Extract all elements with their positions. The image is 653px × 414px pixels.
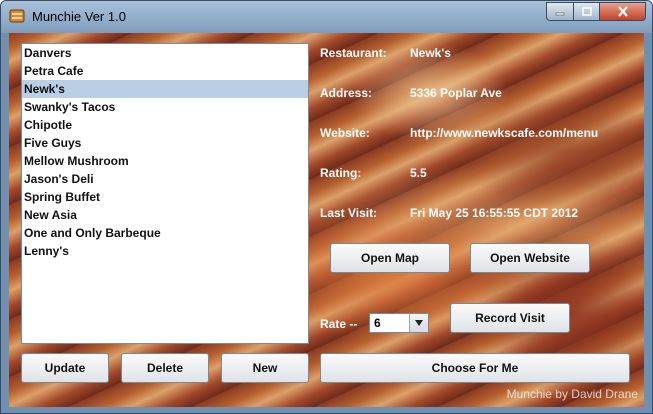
restaurant-value: Newk's <box>410 46 451 60</box>
munchie-app-icon <box>9 9 25 23</box>
delete-button[interactable]: Delete <box>121 353 209 383</box>
open-map-button[interactable]: Open Map <box>330 243 450 273</box>
list-item[interactable]: Petra Cafe <box>22 62 308 80</box>
maximize-button[interactable] <box>574 2 600 21</box>
restaurant-list[interactable]: Danvers Petra Cafe Newk's Swanky's Tacos… <box>21 43 309 344</box>
list-item[interactable]: Mellow Mushroom <box>22 152 308 170</box>
close-button[interactable] <box>600 2 646 21</box>
open-website-button[interactable]: Open Website <box>470 243 590 273</box>
list-item[interactable]: Spring Buffet <box>22 188 308 206</box>
new-button[interactable]: New <box>221 353 309 383</box>
credit-text: Munchie by David Drane <box>506 387 638 401</box>
rate-value: 6 <box>374 316 381 330</box>
list-item-selected[interactable]: Newk's <box>22 80 308 98</box>
list-item[interactable]: Lenny's <box>22 242 308 260</box>
list-item[interactable]: One and Only Barbeque <box>22 224 308 242</box>
chevron-down-icon <box>415 320 423 326</box>
list-item[interactable]: Jason's Deli <box>22 170 308 188</box>
last-visit-value: Fri May 25 16:55:55 CDT 2012 <box>410 206 579 220</box>
website-value: http://www.newkscafe.com/menu <box>410 126 599 140</box>
title-bar[interactable]: Munchie Ver 1.0 <box>1 1 652 33</box>
window-title: Munchie Ver 1.0 <box>32 9 126 24</box>
main-panel: Danvers Petra Cafe Newk's Swanky's Tacos… <box>9 33 644 407</box>
list-item[interactable]: Chipotle <box>22 116 308 134</box>
window-controls <box>546 2 646 21</box>
record-visit-button[interactable]: Record Visit <box>450 303 570 333</box>
list-item[interactable]: Five Guys <box>22 134 308 152</box>
list-item[interactable]: New Asia <box>22 206 308 224</box>
rating-label: Rating: <box>320 166 362 180</box>
rating-value: 5.5 <box>410 166 427 180</box>
minimize-icon <box>555 12 565 15</box>
list-item[interactable]: Swanky's Tacos <box>22 98 308 116</box>
close-icon <box>617 6 628 17</box>
address-value: 5336 Poplar Ave <box>410 86 502 100</box>
dropdown-arrow-button[interactable] <box>409 314 428 332</box>
address-label: Address: <box>320 86 373 100</box>
list-item[interactable]: Danvers <box>22 44 308 62</box>
update-button[interactable]: Update <box>21 353 109 383</box>
choose-for-me-button[interactable]: Choose For Me <box>320 353 630 383</box>
maximize-icon <box>581 7 592 16</box>
website-label: Website: <box>320 126 370 140</box>
minimize-button[interactable] <box>546 2 574 21</box>
last-visit-label: Last Visit: <box>320 206 378 220</box>
rate-label: Rate -- <box>320 317 358 331</box>
restaurant-label: Restaurant: <box>320 46 387 60</box>
app-window: Munchie Ver 1.0 Danvers Petra Cafe Newk'… <box>0 0 653 414</box>
rate-dropdown[interactable]: 6 <box>369 313 429 333</box>
